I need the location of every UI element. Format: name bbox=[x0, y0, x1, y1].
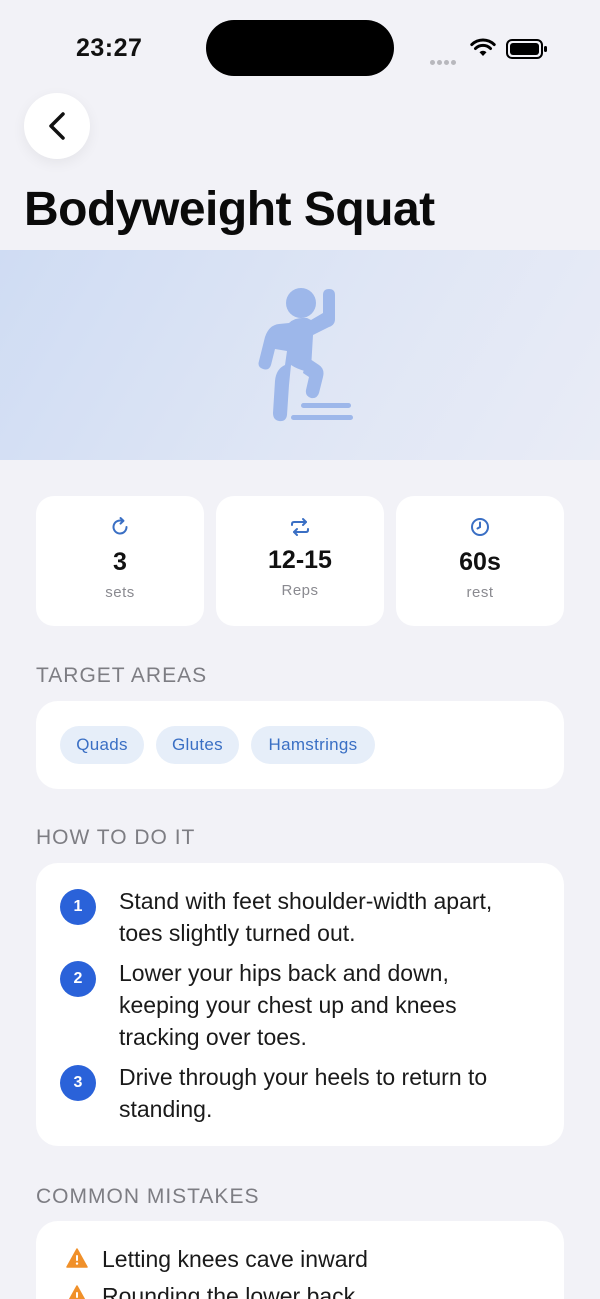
status-bar: 23:27 bbox=[0, 0, 600, 96]
reps-label: Reps bbox=[281, 582, 319, 599]
exercise-hero-banner bbox=[0, 250, 600, 460]
cellular-signal-icon bbox=[430, 52, 458, 70]
status-time: 23:27 bbox=[76, 34, 143, 62]
warning-icon bbox=[66, 1248, 88, 1268]
page-title: Bodyweight Squat bbox=[24, 183, 435, 236]
step-number-badge: 1 bbox=[60, 889, 96, 925]
rest-value: 60s bbox=[459, 548, 501, 576]
step-text: Lower your hips back and down, keeping y… bbox=[119, 960, 457, 1050]
step-item: 2 Lower your hips back and down, keeping… bbox=[60, 957, 540, 1055]
step-number-badge: 3 bbox=[60, 1065, 96, 1101]
mistake-text: Rounding the lower back bbox=[102, 1283, 356, 1299]
how-to-heading: HOW TO DO IT bbox=[36, 826, 196, 849]
exercise-stats: 3 sets 12-15 Reps 60s rest bbox=[36, 496, 564, 626]
chip-quads[interactable]: Quads bbox=[60, 726, 144, 764]
reps-value: 12-15 bbox=[268, 546, 332, 574]
repeat-icon bbox=[291, 518, 309, 536]
step-text: Stand with feet shoulder-width apart, to… bbox=[119, 888, 493, 946]
target-areas-card: Quads Glutes Hamstrings bbox=[36, 701, 564, 789]
common-mistakes-heading: COMMON MISTAKES bbox=[36, 1185, 260, 1208]
clock-icon bbox=[471, 518, 489, 536]
mistake-text: Letting knees cave inward bbox=[102, 1246, 368, 1272]
step-text: Drive through your heels to return to st… bbox=[119, 1064, 488, 1122]
mistake-item: Letting knees cave inward bbox=[66, 1243, 546, 1275]
common-mistakes-card: Letting knees cave inward Rounding the l… bbox=[36, 1221, 564, 1299]
sets-label: sets bbox=[105, 584, 135, 601]
chevron-left-icon bbox=[49, 112, 65, 140]
step-up-exercise-icon bbox=[258, 288, 353, 422]
chip-glutes[interactable]: Glutes bbox=[156, 726, 239, 764]
sets-value: 3 bbox=[113, 548, 127, 576]
refresh-icon bbox=[112, 517, 128, 535]
stat-card-sets: 3 sets bbox=[36, 496, 204, 626]
step-number-badge: 2 bbox=[60, 961, 96, 997]
step-item: 1 Stand with feet shoulder-width apart, … bbox=[60, 885, 540, 951]
mistake-item: Rounding the lower back bbox=[66, 1280, 546, 1299]
rest-label: rest bbox=[466, 584, 494, 601]
battery-icon bbox=[506, 39, 547, 59]
stat-card-reps: 12-15 Reps bbox=[216, 496, 384, 626]
target-areas-heading: TARGET AREAS bbox=[36, 664, 208, 687]
back-button[interactable] bbox=[24, 93, 90, 159]
step-item: 3 Drive through your heels to return to … bbox=[60, 1061, 540, 1127]
warning-icon bbox=[68, 1285, 86, 1299]
chip-hamstrings[interactable]: Hamstrings bbox=[251, 726, 375, 764]
how-to-card: 1 Stand with feet shoulder-width apart, … bbox=[36, 863, 564, 1146]
stat-card-rest: 60s rest bbox=[396, 496, 564, 626]
wifi-icon bbox=[470, 38, 496, 56]
dynamic-island bbox=[206, 20, 394, 76]
